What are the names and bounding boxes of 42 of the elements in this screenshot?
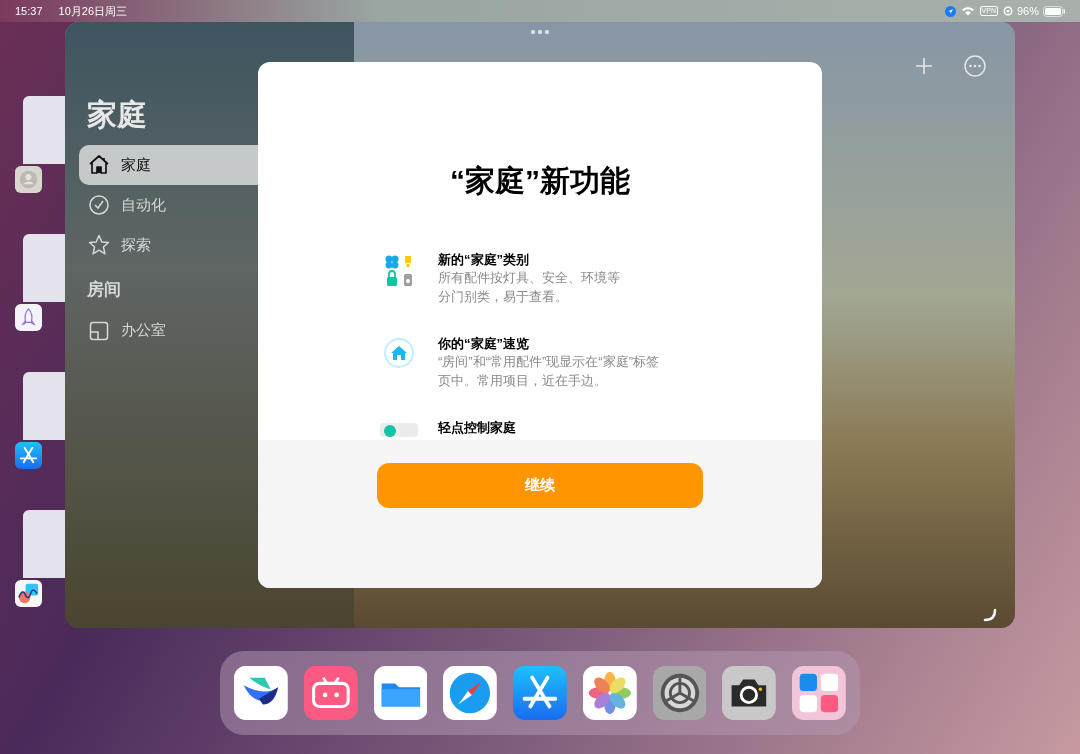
status-time: 15:37 — [15, 3, 43, 19]
compass-icon[interactable] — [443, 666, 498, 720]
multitasking-dots-icon[interactable] — [530, 29, 550, 35]
control-tile-icon — [380, 421, 418, 437]
feature-title: 你的“家庭”速览 — [438, 335, 530, 352]
battery-percentage: 96% — [1016, 3, 1039, 19]
section-heading: 房间 — [86, 279, 122, 301]
folder-icon[interactable] — [373, 666, 428, 720]
rocket-icon[interactable] — [15, 304, 42, 331]
location-icon — [944, 5, 956, 17]
window-corner-icon[interactable] — [983, 608, 997, 622]
app-window-thumbnail[interactable] — [23, 510, 65, 578]
app-window-thumbnail[interactable] — [23, 96, 65, 164]
modal-title: “家庭”新功能 — [450, 163, 630, 199]
tv-icon[interactable] — [303, 666, 358, 720]
wifi-icon — [960, 6, 975, 16]
app-store-icon[interactable] — [15, 442, 42, 469]
gear-icon[interactable] — [652, 666, 707, 720]
feature-description: 所有配件按灯具、安全、环境等 分门别类，易于查看。 — [438, 269, 620, 306]
sidebar-item[interactable]: 办公室 — [79, 310, 354, 351]
status-date: 10月26日周三 — [58, 3, 127, 19]
app-window-thumbnail[interactable] — [23, 372, 65, 440]
house-icon — [87, 153, 111, 177]
battery-icon — [1043, 5, 1065, 17]
camera-icon[interactable] — [722, 666, 777, 720]
star-icon — [87, 233, 111, 257]
flower-icon[interactable] — [582, 666, 637, 720]
feature-title: 新的“家庭”类别 — [438, 251, 530, 268]
sidebar-item[interactable]: 自动化 — [79, 185, 354, 225]
sidebar-title: 家庭 — [86, 97, 148, 133]
freeform-icon[interactable] — [15, 580, 42, 607]
sidebar-item[interactable]: 探索 — [79, 225, 354, 265]
category-icons-drawing — [383, 253, 415, 289]
app-folder-icon[interactable] — [792, 666, 847, 720]
feature-title: 轻点控制家庭 — [438, 419, 516, 436]
house-circle-icon — [383, 337, 415, 369]
app-store-icon[interactable] — [513, 666, 567, 720]
app-window-thumbnail[interactable] — [23, 234, 65, 302]
feature-description: “房间”和“常用配件”现显示在“家庭”标签 页中。常用项目，近在手边。 — [438, 353, 659, 390]
more-icon[interactable] — [964, 55, 986, 77]
bird-icon[interactable] — [234, 666, 288, 720]
contacts-icon[interactable] — [15, 166, 42, 193]
